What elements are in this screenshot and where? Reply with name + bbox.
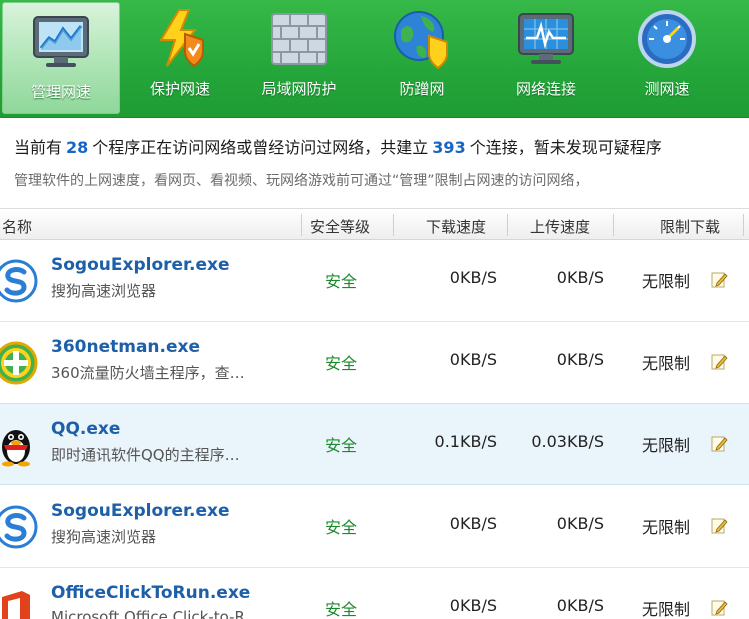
process-description: 即时通讯软件QQ的主程序… (51, 446, 240, 464)
summary-suffix: 个连接，暂未发现可疑程序 (469, 138, 662, 157)
tool-lan-protect[interactable]: 局域网防护 (240, 0, 358, 114)
network-monitor-icon (518, 13, 574, 64)
column-header-upload[interactable]: 上传速度 (530, 216, 590, 237)
upload-speed: 0KB/S (556, 514, 604, 533)
360-icon (0, 341, 38, 385)
download-limit: 无限制 (642, 518, 691, 537)
column-divider[interactable] (393, 214, 394, 236)
table-row[interactable]: OfficeClickToRun.exe Microsoft Office Cl… (0, 568, 749, 619)
column-header-name[interactable]: 名称 (2, 216, 32, 237)
tool-network-connections[interactable]: 网络连接 (487, 0, 605, 114)
summary-panel: 当前有 28 个程序正在访问网络或曾经访问过网络，共建立 393 个连接，暂未发现可疑程… (0, 118, 749, 208)
summary-prefix: 当前有 (14, 138, 63, 157)
process-description: Microsoft Office Click-to-R… (51, 608, 260, 619)
table-row[interactable]: SogouExplorer.exe 搜狗高速浏览器 安全 0KB/S 0KB/S… (0, 240, 749, 322)
table-row-selected[interactable]: QQ.exe 即时通讯软件QQ的主程序… 安全 0.1KB/S 0.03KB/S… (0, 403, 749, 485)
process-name[interactable]: SogouExplorer.exe (51, 255, 229, 275)
office-icon (2, 591, 30, 619)
upload-speed: 0KB/S (556, 268, 604, 287)
tool-label: 测网速 (644, 80, 690, 98)
column-divider[interactable] (507, 214, 508, 236)
speedometer-icon (638, 10, 696, 68)
upload-speed: 0.03KB/S (531, 432, 604, 451)
tool-label: 保护网速 (149, 80, 210, 98)
edit-limit-icon[interactable] (711, 435, 728, 452)
tool-label: 局域网防护 (261, 80, 337, 98)
download-speed: 0KB/S (449, 596, 497, 615)
table-header: 名称 安全等级 下载速度 上传速度 限制下载 (0, 208, 749, 240)
sogou-icon (0, 259, 38, 303)
tool-speed-test[interactable]: 测网速 (608, 0, 726, 114)
column-divider[interactable] (613, 214, 614, 236)
table-row[interactable]: 360netman.exe 360流量防火墙主程序，查… 安全 0KB/S 0K… (0, 322, 749, 404)
column-divider[interactable] (743, 214, 744, 236)
qq-penguin-icon (2, 430, 30, 467)
process-description: 搜狗高速浏览器 (51, 282, 157, 300)
download-limit: 无限制 (642, 354, 691, 373)
top-toolbar: 管理网速 保护网速 局域网防护 防蹭网 网络连接 测网速 (0, 0, 749, 118)
download-speed: 0KB/S (449, 268, 497, 287)
connection-count[interactable]: 393 (428, 138, 469, 157)
tool-anti-leech[interactable]: 防蹭网 (363, 0, 481, 114)
tool-label: 防蹭网 (399, 80, 445, 98)
globe-shield-icon (394, 11, 448, 70)
safety-level: 安全 (325, 272, 358, 291)
process-name[interactable]: QQ.exe (51, 419, 120, 439)
column-header-download[interactable]: 下载速度 (426, 216, 486, 237)
tool-manage-speed[interactable]: 管理网速 (2, 2, 120, 114)
edit-limit-icon[interactable] (711, 353, 728, 370)
upload-speed: 0KB/S (556, 350, 604, 369)
column-header-limit[interactable]: 限制下载 (660, 216, 720, 237)
process-description: 搜狗高速浏览器 (51, 528, 157, 546)
edit-limit-icon[interactable] (711, 271, 728, 288)
tool-label: 网络连接 (515, 80, 576, 98)
lightning-shield-icon (159, 9, 204, 68)
safety-level: 安全 (325, 600, 358, 619)
process-name[interactable]: OfficeClickToRun.exe (51, 583, 250, 603)
tool-label: 管理网速 (30, 83, 91, 101)
safety-level: 安全 (325, 354, 358, 373)
tool-protect-speed[interactable]: 保护网速 (121, 0, 239, 114)
edit-limit-icon[interactable] (711, 599, 728, 616)
summary-hint: 管理软件的上网速度，看网页、看视频、玩网络游戏前可通过“管理”限制占网速的访问网… (14, 173, 589, 189)
process-description: 360流量防火墙主程序，查… (51, 364, 245, 382)
download-speed: 0KB/S (449, 350, 497, 369)
column-header-safety[interactable]: 安全等级 (310, 216, 370, 237)
upload-speed: 0KB/S (556, 596, 604, 615)
download-speed: 0KB/S (449, 514, 497, 533)
summary-middle: 个程序正在访问网络或曾经访问过网络，共建立 (92, 138, 429, 157)
column-divider[interactable] (301, 214, 302, 236)
process-name[interactable]: 360netman.exe (51, 337, 200, 357)
download-limit: 无限制 (642, 272, 691, 291)
sogou-icon (0, 505, 38, 549)
brick-wall-icon (271, 13, 327, 65)
table-row[interactable]: SogouExplorer.exe 搜狗高速浏览器 安全 0KB/S 0KB/S… (0, 486, 749, 568)
safety-level: 安全 (325, 436, 358, 455)
edit-limit-icon[interactable] (711, 517, 728, 534)
summary-line: 当前有 28 个程序正在访问网络或曾经访问过网络，共建立 393 个连接，暂未发现可疑程… (14, 134, 662, 158)
program-count: 28 (66, 138, 89, 157)
download-limit: 无限制 (642, 600, 691, 619)
download-limit: 无限制 (642, 436, 691, 455)
monitor-chart-icon (33, 16, 89, 67)
process-name[interactable]: SogouExplorer.exe (51, 501, 229, 521)
download-speed: 0.1KB/S (434, 432, 497, 451)
safety-level: 安全 (325, 518, 358, 537)
